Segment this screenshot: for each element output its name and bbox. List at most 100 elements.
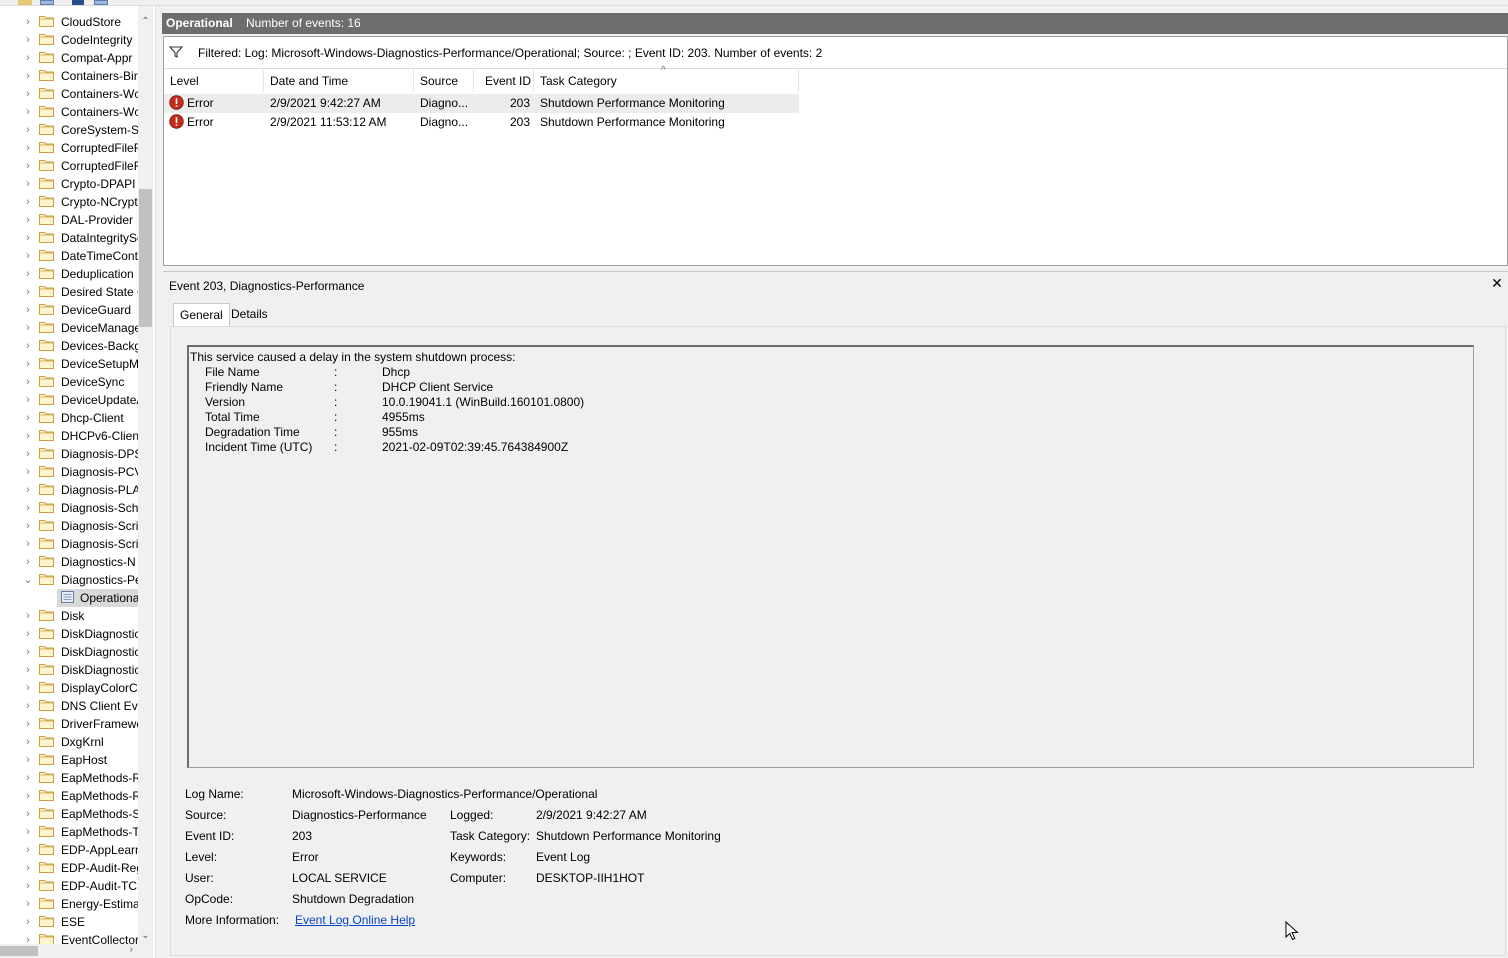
tree-item[interactable]: › CorruptedFileF [0, 139, 141, 157]
folder-icon[interactable] [18, 0, 32, 5]
chevron-right-icon[interactable]: › [22, 394, 34, 406]
chevron-right-icon[interactable]: › [22, 196, 34, 208]
tree-item[interactable]: › Crypto-NCrypt [0, 193, 138, 211]
tree-item[interactable]: › DiskDiagnostic [0, 625, 140, 643]
chevron-right-icon[interactable]: › [22, 646, 34, 658]
chevron-right-icon[interactable]: › [22, 52, 34, 64]
tree-item[interactable]: ⌄ Diagnostics-Pe [0, 571, 141, 589]
tree-item[interactable]: › DisplayColorC [0, 679, 138, 697]
tree-item[interactable]: › DriverFramewc [0, 715, 142, 733]
chevron-right-icon[interactable]: › [22, 520, 34, 532]
tree-item[interactable]: › CoreSystem-Si [0, 121, 142, 139]
chevron-right-icon[interactable]: › [22, 322, 34, 334]
tree-item[interactable]: › EapHost [0, 751, 138, 769]
chevron-right-icon[interactable]: › [22, 142, 34, 154]
tree-item[interactable]: › CodeIntegrity [0, 31, 138, 49]
help-icon[interactable] [72, 0, 84, 5]
tree-item[interactable]: › EapMethods-R [0, 787, 141, 805]
chevron-down-icon[interactable]: ⌄ [22, 574, 34, 586]
tree-item[interactable]: › EapMethods-R [0, 769, 141, 787]
tree-item[interactable]: › Diagnosis-DPS [0, 445, 142, 463]
tree-item[interactable]: › Containers-Wc [0, 103, 140, 121]
chevron-right-icon[interactable]: › [22, 466, 34, 478]
tree-item[interactable]: › Compat-Appr [0, 49, 138, 67]
tree-item[interactable]: › DNS Client Eve [0, 697, 144, 715]
chevron-right-icon[interactable]: › [22, 502, 34, 514]
chevron-right-icon[interactable]: › [22, 736, 34, 748]
tree-item[interactable]: › DxgKrnl [0, 733, 138, 751]
tree-item[interactable]: › Desired State C [0, 283, 146, 301]
event-description[interactable]: This service caused a delay in the syste… [187, 345, 1474, 768]
tree-item[interactable]: › Dhcp-Client [0, 409, 138, 427]
tree-item[interactable]: › Devices-Backg [0, 337, 141, 355]
tree-item[interactable]: › Diagnosis-Scri [0, 535, 138, 553]
chevron-right-icon[interactable]: › [22, 34, 34, 46]
tree-item[interactable]: › Diagnosis-PCV [0, 463, 142, 481]
tree-item[interactable]: › DataIntegritySc [0, 229, 143, 247]
chevron-right-icon[interactable]: › [22, 826, 34, 838]
tree-item[interactable]: › DeviceManage [0, 319, 141, 337]
scroll-up-icon[interactable]: ⌃ [138, 14, 153, 30]
chevron-right-icon[interactable]: › [22, 106, 34, 118]
tree-item[interactable]: › DeviceSync [0, 373, 138, 391]
online-help-link[interactable]: Event Log Online Help [295, 913, 415, 927]
tree-item[interactable]: › Crypto-DPAPI [0, 175, 138, 193]
hscrollbar-thumb[interactable] [0, 946, 38, 956]
chevron-right-icon[interactable]: › [22, 340, 34, 352]
scroll-down-icon[interactable]: ⌄ [138, 928, 153, 944]
chevron-right-icon[interactable]: › [22, 16, 34, 28]
close-icon[interactable]: ✕ [1490, 275, 1504, 292]
chevron-right-icon[interactable]: › [22, 214, 34, 226]
event-row[interactable]: Error 2/9/2021 9:42:27 AM Diagno... 203 … [164, 94, 799, 113]
column-date-time[interactable]: Date and Time [264, 70, 414, 92]
tree-item[interactable]: › EapMethods-S [0, 805, 140, 823]
tree-item[interactable]: › ESE [0, 913, 138, 931]
tree-item[interactable]: › DateTimeCont [0, 247, 138, 265]
chevron-right-icon[interactable]: › [22, 286, 34, 298]
tree-item[interactable]: › Diagnosis-Sch [0, 499, 138, 517]
tree-item[interactable]: › CloudStore [0, 13, 138, 31]
chevron-right-icon[interactable]: › [22, 556, 34, 568]
chevron-right-icon[interactable]: › [22, 916, 34, 928]
chevron-right-icon[interactable]: › [22, 484, 34, 496]
chevron-right-icon[interactable]: › [22, 772, 34, 784]
chevron-right-icon[interactable]: › [22, 862, 34, 874]
chevron-right-icon[interactable]: › [22, 790, 34, 802]
tree-item[interactable]: › Containers-Bir [0, 67, 138, 85]
tree-item[interactable]: › Diagnostics-N [0, 553, 138, 571]
chevron-right-icon[interactable]: › [22, 610, 34, 622]
event-row[interactable]: Error 2/9/2021 11:53:12 AM Diagno... 203… [164, 113, 799, 132]
column-level[interactable]: Level [164, 70, 264, 92]
chevron-right-icon[interactable]: › [22, 88, 34, 100]
chevron-right-icon[interactable]: › [22, 754, 34, 766]
tree-vertical-scrollbar[interactable]: ⌃ ⌄ [138, 6, 153, 944]
tree-item[interactable]: › Containers-Wc [0, 85, 140, 103]
tree-item[interactable]: › DeviceSetupM [0, 355, 139, 373]
chevron-right-icon[interactable]: › [22, 412, 34, 424]
chevron-right-icon[interactable]: › [22, 304, 34, 316]
chevron-right-icon[interactable]: › [22, 376, 34, 388]
chevron-right-icon[interactable]: › [22, 358, 34, 370]
tree-item[interactable]: › DeviceUpdateA [0, 391, 144, 409]
chevron-right-icon[interactable]: › [22, 880, 34, 892]
tree-item[interactable]: › DAL-Provider [0, 211, 138, 229]
tab-general[interactable]: General [173, 303, 230, 327]
tree-item[interactable]: › DiskDiagnostic [0, 643, 140, 661]
tree-horizontal-scrollbar[interactable]: › [0, 944, 153, 958]
tree-item[interactable]: › DHCPv6-Clien [0, 427, 139, 445]
tree-item[interactable]: › Energy-Estima [0, 895, 140, 913]
chevron-right-icon[interactable]: › [22, 232, 34, 244]
chevron-right-icon[interactable]: › [22, 538, 34, 550]
chevron-right-icon[interactable]: › [22, 664, 34, 676]
chevron-right-icon[interactable]: › [22, 160, 34, 172]
column-event-id[interactable]: Event ID [474, 70, 534, 92]
chevron-right-icon[interactable]: › [22, 430, 34, 442]
tree-item[interactable]: › EDP-Audit-Reg [0, 859, 143, 877]
column-source[interactable]: Source [414, 70, 474, 92]
chevron-right-icon[interactable]: › [22, 808, 34, 820]
chevron-right-icon[interactable]: › [22, 844, 34, 856]
tree-item[interactable]: › EDP-AppLearn [0, 841, 142, 859]
scrollbar-thumb[interactable] [139, 189, 152, 327]
tab-details[interactable]: Details [225, 303, 274, 326]
tree-item[interactable]: › DeviceGuard [0, 301, 138, 319]
